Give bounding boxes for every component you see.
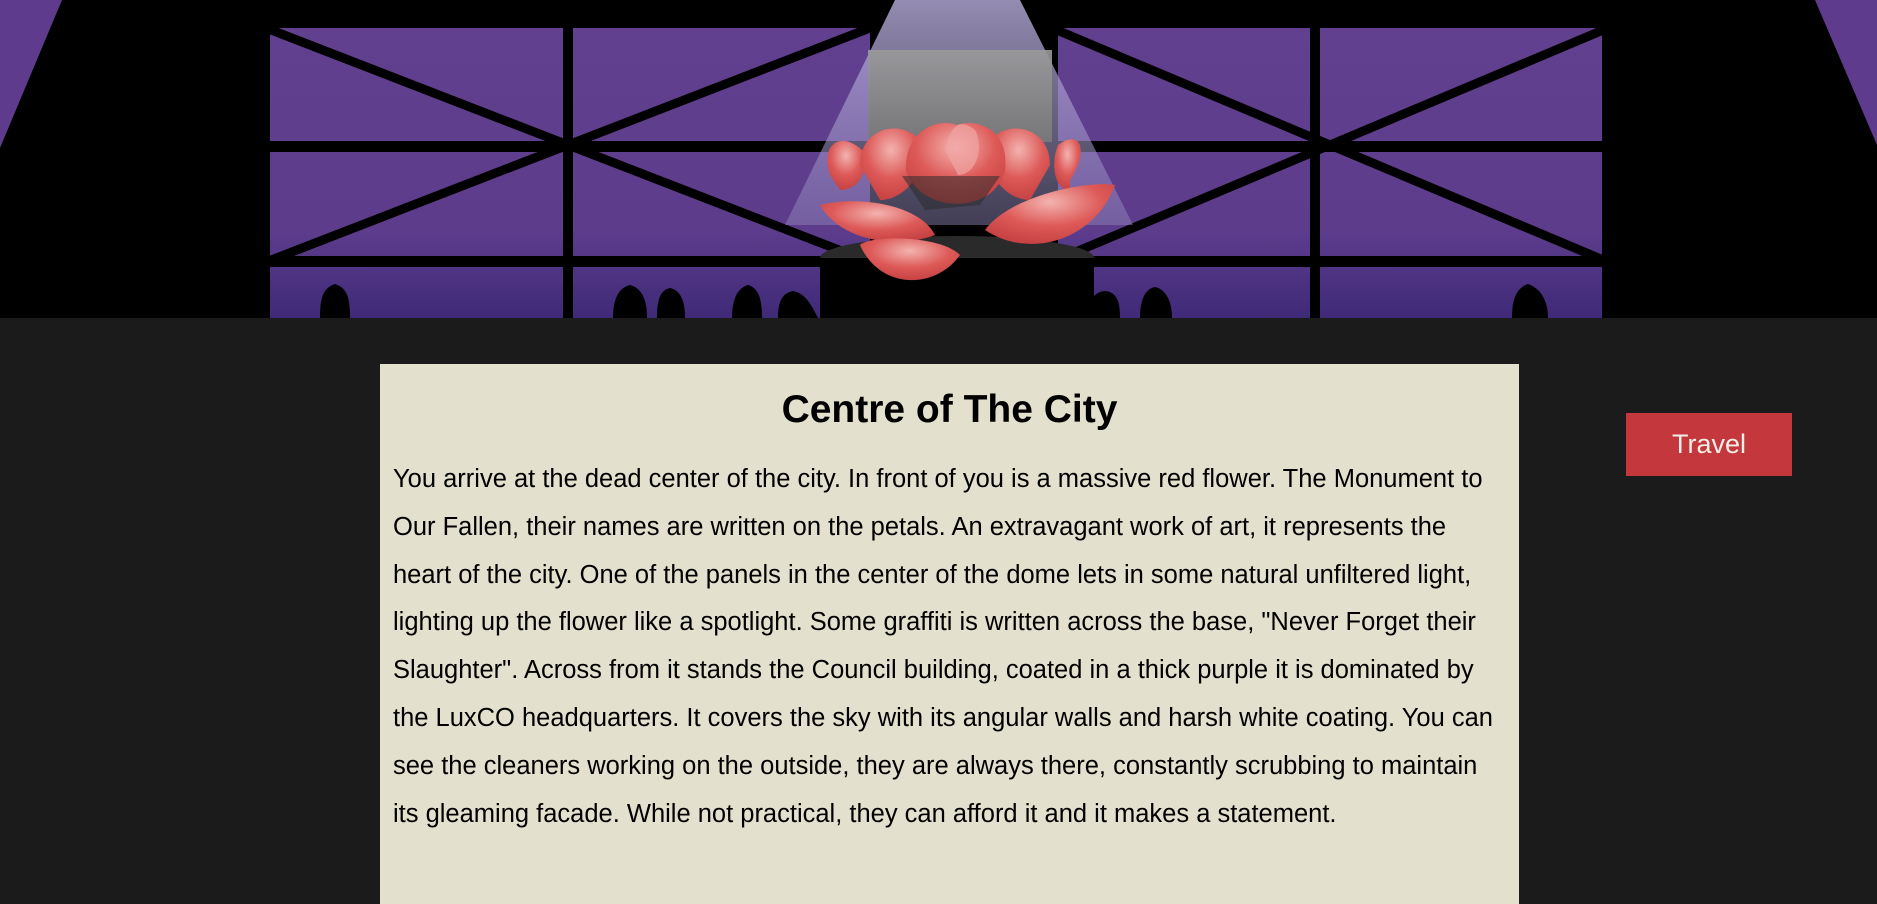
location-panel: Centre of The City You arrive at the dea… <box>380 364 1519 904</box>
right-dome-edge <box>1815 0 1877 145</box>
location-title: Centre of The City <box>781 388 1118 431</box>
location-scene <box>0 0 1877 318</box>
left-dome-edge <box>0 0 62 148</box>
location-description: You arrive at the dead center of the cit… <box>393 465 1493 828</box>
dome-scene-illustration <box>0 0 1877 318</box>
left-window-block <box>262 20 876 318</box>
travel-button[interactable]: Travel <box>1626 413 1792 476</box>
right-window-block <box>1050 20 1610 318</box>
